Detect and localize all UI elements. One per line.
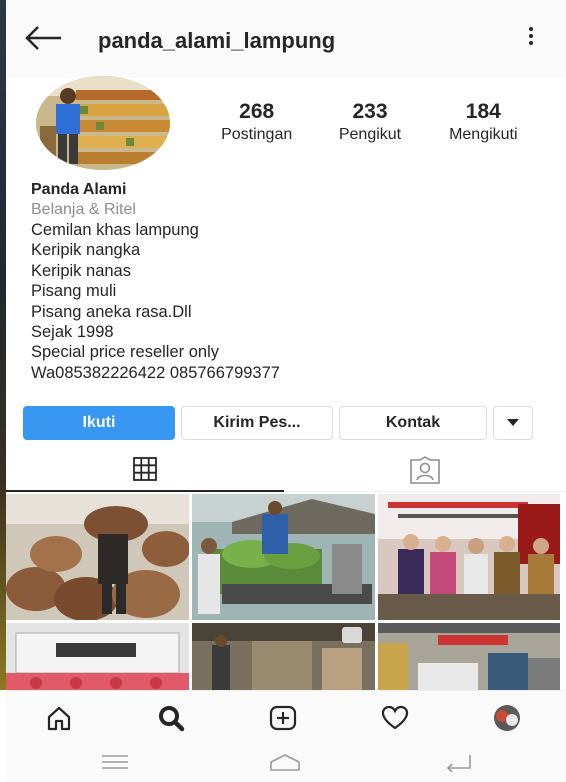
stat-followers[interactable]: 233 Pengikut xyxy=(313,100,426,150)
menu-lines-icon xyxy=(102,755,128,769)
nav-profile[interactable] xyxy=(490,703,524,733)
bio-line: Keripik nangka xyxy=(31,241,141,260)
grid-post[interactable] xyxy=(192,494,375,620)
nav-home[interactable] xyxy=(42,703,76,733)
bottom-navigation xyxy=(6,690,566,740)
profile-avatar-icon xyxy=(494,705,520,731)
system-navigation-bar xyxy=(6,740,566,782)
profile-avatar[interactable] xyxy=(36,76,170,170)
post-thumbnail xyxy=(192,494,375,620)
profile-category: Belanja & Ritel xyxy=(31,201,136,218)
profile-stats: 268 Postingan 233 Pengikut 184 Mengikuti xyxy=(200,100,540,150)
stat-following-label: Mengikuti xyxy=(449,126,518,143)
kebab-menu-icon[interactable] xyxy=(518,24,544,54)
nav-search[interactable] xyxy=(154,703,188,733)
avatar-photo xyxy=(36,76,170,170)
grid-icon xyxy=(133,457,157,481)
profile-header: panda_alami_lampung xyxy=(6,0,566,78)
back-button[interactable] xyxy=(24,22,64,54)
bio-line: Keripik nanas xyxy=(31,261,131,280)
profile-bio: Panda Alami Belanja & Ritel Cemilan khas… xyxy=(31,180,541,383)
stat-following-count: 184 xyxy=(465,100,501,123)
suggestions-dropdown-button[interactable] xyxy=(493,406,533,440)
contact-button[interactable]: Kontak xyxy=(339,406,487,440)
profile-username: panda_alami_lampung xyxy=(98,28,336,53)
profile-tabs xyxy=(6,448,566,492)
bio-line: Pisang muli xyxy=(31,282,117,301)
post-thumbnail xyxy=(6,494,189,620)
stat-followers-label: Pengikut xyxy=(338,126,402,143)
tab-tagged[interactable] xyxy=(284,448,566,492)
post-thumbnail xyxy=(378,623,560,690)
caret-down-icon xyxy=(507,419,519,426)
follow-button[interactable]: Ikuti xyxy=(23,406,175,440)
nav-new-post[interactable] xyxy=(266,703,300,733)
post-thumbnail xyxy=(192,623,375,690)
tab-posts-grid[interactable] xyxy=(6,448,284,492)
stat-posts[interactable]: 268 Postingan xyxy=(200,100,313,150)
stat-posts-count: 268 xyxy=(239,100,275,123)
stat-followers-count: 233 xyxy=(352,100,388,123)
bio-line-contact: Wa085382226422 085766799377 xyxy=(31,363,280,382)
tagged-person-icon xyxy=(410,455,440,484)
grid-post[interactable] xyxy=(6,494,189,620)
post-thumbnail xyxy=(378,494,560,620)
back-return-icon xyxy=(446,755,471,773)
post-thumbnail xyxy=(6,623,189,690)
posts-grid xyxy=(6,494,566,690)
add-post-icon xyxy=(269,705,297,731)
home-outline-icon xyxy=(270,754,300,771)
bio-line: Cemilan khas lampung xyxy=(31,221,199,239)
nav-activity[interactable] xyxy=(378,703,412,733)
bio-line: Sejak 1998 xyxy=(31,323,114,342)
bio-line: Pisang aneka rasa.Dll xyxy=(31,302,192,321)
search-icon xyxy=(159,706,185,732)
grid-post[interactable] xyxy=(192,623,375,690)
grid-post[interactable] xyxy=(378,494,560,620)
grid-post[interactable] xyxy=(378,623,560,690)
system-back-button[interactable] xyxy=(442,752,476,773)
message-button[interactable]: Kirim Pes... xyxy=(181,406,333,440)
bio-line: Special price reseller only xyxy=(31,343,220,362)
home-icon xyxy=(47,706,71,731)
recent-apps-button[interactable] xyxy=(98,752,132,772)
arrow-left-icon xyxy=(25,26,61,50)
system-home-button[interactable] xyxy=(268,752,302,772)
stat-posts-label: Postingan xyxy=(221,126,293,143)
grid-post[interactable] xyxy=(6,623,189,690)
profile-display-name: Panda Alami xyxy=(31,181,127,198)
heart-icon xyxy=(381,705,409,730)
profile-actions: Ikuti Kirim Pes... Kontak xyxy=(23,406,543,440)
stat-following[interactable]: 184 Mengikuti xyxy=(427,100,540,150)
